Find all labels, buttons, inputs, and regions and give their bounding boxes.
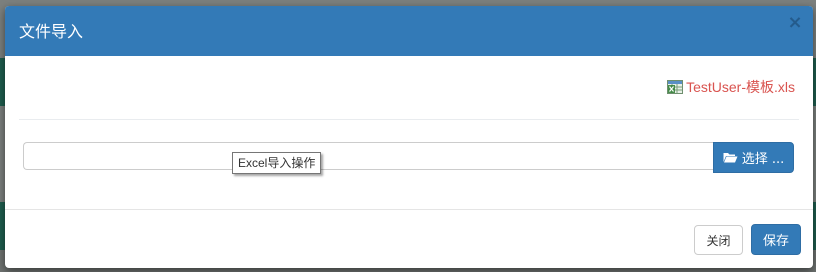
save-button[interactable]: 保存: [751, 224, 801, 255]
close-button[interactable]: 关闭: [694, 225, 743, 255]
modal-title: 文件导入: [19, 22, 84, 41]
excel-file-icon: [667, 80, 684, 94]
folder-open-icon: [723, 152, 738, 163]
choose-file-label: 选择 ...: [741, 152, 785, 167]
tooltip: Excel导入操作: [232, 152, 322, 174]
close-icon[interactable]: ×: [787, 14, 803, 32]
template-link-label: TestUser-模板.xls: [686, 79, 795, 95]
footer-divider: [5, 209, 813, 210]
divider: [19, 119, 799, 120]
choose-file-button[interactable]: 选择 ...: [713, 142, 794, 173]
file-path-input[interactable]: [23, 142, 713, 170]
template-download-link[interactable]: TestUser-模板.xls: [667, 78, 795, 96]
modal-header: 文件导入 ×: [5, 6, 813, 56]
file-import-modal: 文件导入 × TestUser-模板.xls 选择 ... 关闭 保存: [5, 6, 813, 268]
